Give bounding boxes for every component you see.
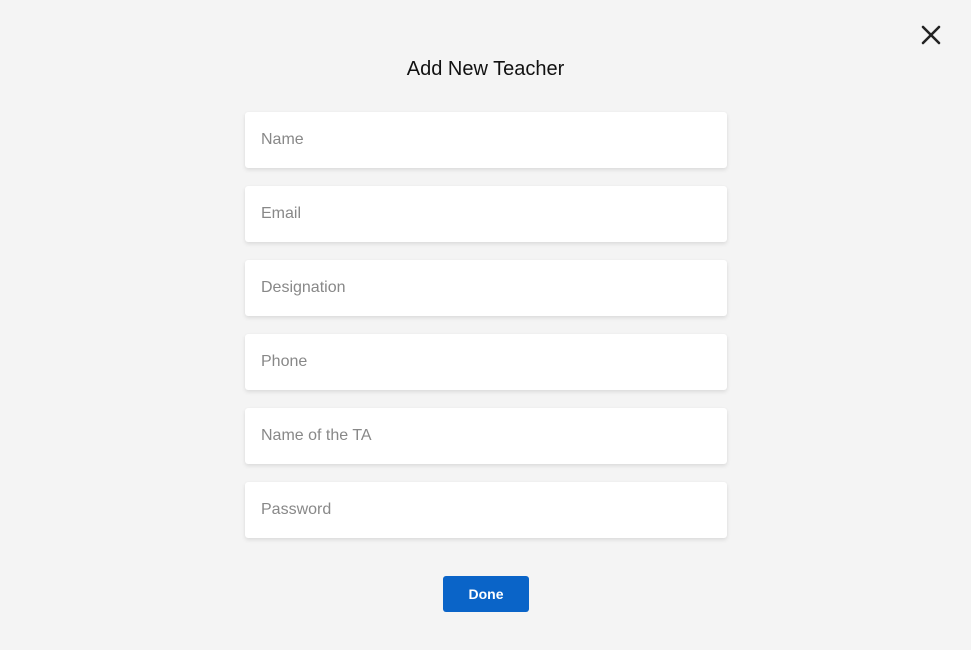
close-button[interactable] — [917, 21, 945, 49]
add-teacher-form — [245, 112, 727, 556]
modal-title: Add New Teacher — [406, 58, 565, 80]
email-field[interactable] — [245, 186, 727, 242]
close-icon — [917, 21, 945, 49]
add-teacher-modal: Add New Teacher Done — [0, 0, 971, 650]
ta-name-field[interactable] — [245, 408, 727, 464]
name-field[interactable] — [245, 112, 727, 168]
done-button[interactable]: Done — [443, 576, 529, 612]
phone-field[interactable] — [245, 334, 727, 390]
password-field[interactable] — [245, 482, 727, 538]
designation-field[interactable] — [245, 260, 727, 316]
